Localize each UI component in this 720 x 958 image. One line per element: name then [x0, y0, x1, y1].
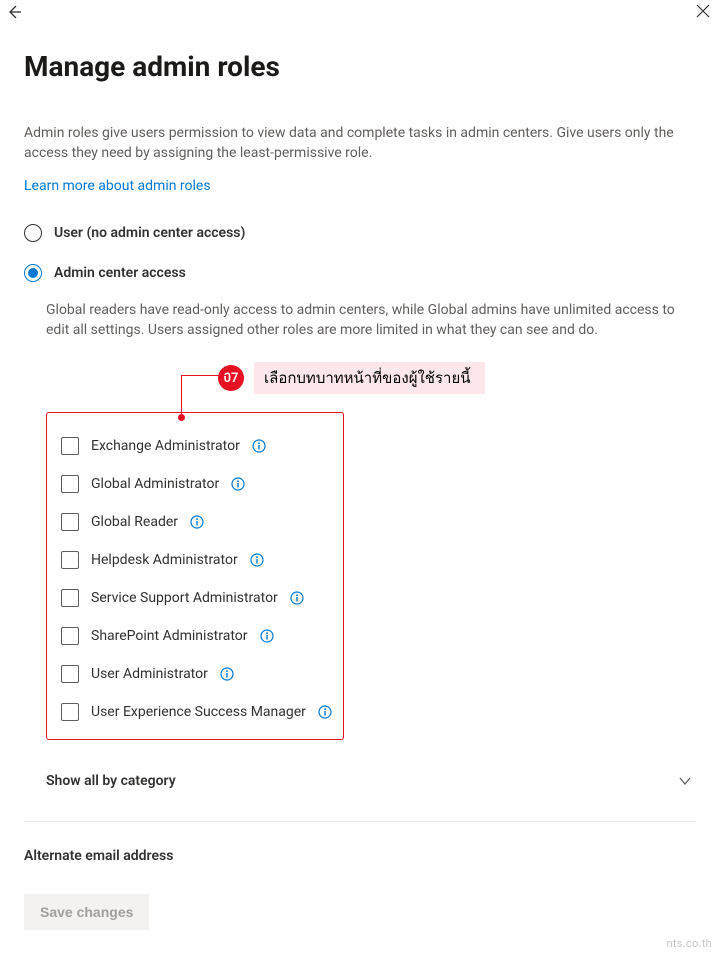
- info-icon[interactable]: [252, 439, 266, 453]
- role-item: User Administrator: [61, 655, 329, 693]
- access-description: Global readers have read-only access to …: [46, 300, 696, 341]
- role-label: User Administrator: [91, 666, 208, 682]
- role-checkbox[interactable]: [61, 627, 79, 645]
- role-item: Helpdesk Administrator: [61, 541, 329, 579]
- expander-label: Show all by category: [46, 773, 176, 789]
- page-title: Manage admin roles: [24, 50, 696, 83]
- info-icon[interactable]: [318, 705, 332, 719]
- role-checkbox[interactable]: [61, 703, 79, 721]
- radio-admin-center-access[interactable]: Admin center access: [24, 264, 696, 282]
- role-checkbox[interactable]: [61, 589, 79, 607]
- role-label: Helpdesk Administrator: [91, 552, 238, 568]
- role-label: SharePoint Administrator: [91, 628, 248, 644]
- roles-highlight-box: Exchange Administrator Global Administrat…: [46, 412, 344, 740]
- role-item: SharePoint Administrator: [61, 617, 329, 655]
- role-checkbox[interactable]: [61, 665, 79, 683]
- radio-label: User (no admin center access): [54, 225, 245, 241]
- close-icon[interactable]: [696, 4, 710, 18]
- role-checkbox[interactable]: [61, 513, 79, 531]
- info-icon[interactable]: [190, 515, 204, 529]
- role-item: User Experience Success Manager: [61, 693, 329, 731]
- role-checkbox[interactable]: [61, 437, 79, 455]
- info-icon[interactable]: [231, 477, 245, 491]
- role-item: Service Support Administrator: [61, 579, 329, 617]
- callout-connector: [181, 375, 182, 417]
- radio-label: Admin center access: [54, 265, 186, 281]
- role-checkbox[interactable]: [61, 551, 79, 569]
- role-item: Global Administrator: [61, 465, 329, 503]
- radio-icon-selected: [24, 264, 42, 282]
- divider: [24, 821, 696, 822]
- role-item: Exchange Administrator: [61, 427, 329, 465]
- role-label: Exchange Administrator: [91, 438, 240, 454]
- info-icon[interactable]: [250, 553, 264, 567]
- role-item: Global Reader: [61, 503, 329, 541]
- role-label: User Experience Success Manager: [91, 704, 306, 720]
- role-label: Global Administrator: [91, 476, 219, 492]
- watermark: nts.co.th: [666, 937, 712, 950]
- role-label: Service Support Administrator: [91, 590, 278, 606]
- role-label: Global Reader: [91, 514, 178, 530]
- page-description: Admin roles give users permission to vie…: [24, 123, 696, 164]
- callout-connector: [181, 375, 226, 376]
- radio-icon: [24, 224, 42, 242]
- info-icon[interactable]: [220, 667, 234, 681]
- back-icon[interactable]: [6, 4, 22, 20]
- step-callout: 07 เลือกบทบาทหน้าที่ของผู้ใช้รายนี้: [218, 362, 696, 394]
- chevron-down-icon: [678, 774, 692, 788]
- learn-more-link[interactable]: Learn more about admin roles: [24, 178, 211, 194]
- step-number-badge: 07: [218, 365, 244, 391]
- info-icon[interactable]: [260, 629, 274, 643]
- info-icon[interactable]: [290, 591, 304, 605]
- show-all-by-category[interactable]: Show all by category: [46, 764, 696, 797]
- role-checkbox[interactable]: [61, 475, 79, 493]
- step-text: เลือกบทบาทหน้าที่ของผู้ใช้รายนี้: [254, 362, 485, 394]
- alternate-email-label: Alternate email address: [24, 848, 696, 864]
- radio-no-admin-access[interactable]: User (no admin center access): [24, 224, 696, 242]
- save-changes-button[interactable]: Save changes: [24, 894, 149, 930]
